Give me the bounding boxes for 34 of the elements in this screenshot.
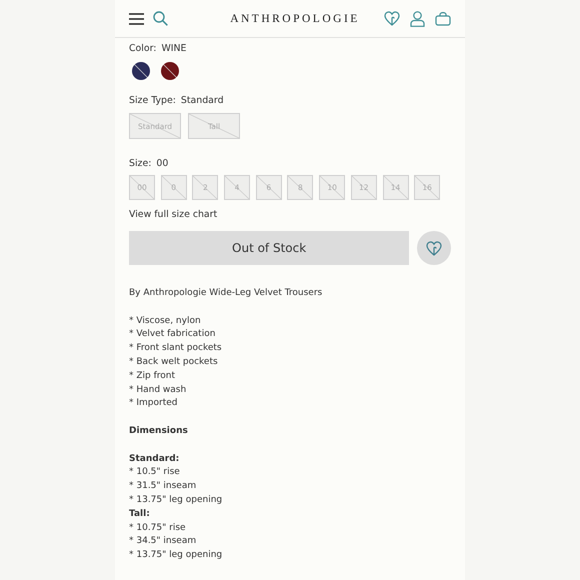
wishlist-button[interactable]	[417, 231, 451, 265]
feature-item: * Hand wash	[129, 384, 188, 397]
size-type-label: Size Type:	[129, 95, 176, 106]
feature-item: * Imported	[129, 397, 178, 410]
bag-icon[interactable]	[435, 11, 451, 26]
feature-item: * Back welt pockets	[129, 356, 219, 369]
size-group-heading: Standard:	[129, 452, 180, 466]
feature-item: * Zip front	[129, 370, 176, 383]
heart-icon	[426, 240, 442, 256]
user-icon[interactable]	[410, 10, 425, 26]
heart-icon[interactable]	[384, 11, 400, 26]
size-type-value: Standard	[180, 95, 224, 106]
color-label: Color:	[129, 43, 156, 54]
dimension-item: * 13.75" leg opening	[129, 549, 224, 562]
dimension-item: * 13.75" leg opening	[129, 494, 224, 507]
dimension-item: * 10.5" rise	[129, 466, 181, 480]
size-value: 00	[156, 158, 168, 169]
menu-icon[interactable]	[129, 12, 144, 24]
search-icon[interactable]	[153, 11, 168, 26]
feature-item: * Front slant pockets	[129, 342, 223, 356]
color-value: WINE	[161, 43, 186, 54]
color-swatch[interactable]	[161, 62, 179, 80]
color-swatch[interactable]	[132, 62, 150, 80]
feature-item: * Viscose, nylon	[129, 314, 202, 328]
dimension-item: * 34.5" inseam	[129, 535, 198, 548]
dimension-item: * 10.75" rise	[129, 522, 187, 535]
size-label: Size:	[129, 158, 152, 169]
dimensions-heading: Dimensions	[129, 424, 189, 438]
dimension-item: * 31.5" inseam	[129, 480, 198, 494]
size-group-heading: Tall:	[129, 508, 151, 521]
feature-item: * Velvet fabrication	[129, 328, 216, 342]
brand-logo[interactable]: ANTHROPOLOGIE	[206, 12, 384, 24]
product-title: By Anthropologie Wide-Leg Velvet Trousers	[129, 287, 324, 300]
size-chart-link[interactable]: View full size chart	[129, 209, 218, 220]
